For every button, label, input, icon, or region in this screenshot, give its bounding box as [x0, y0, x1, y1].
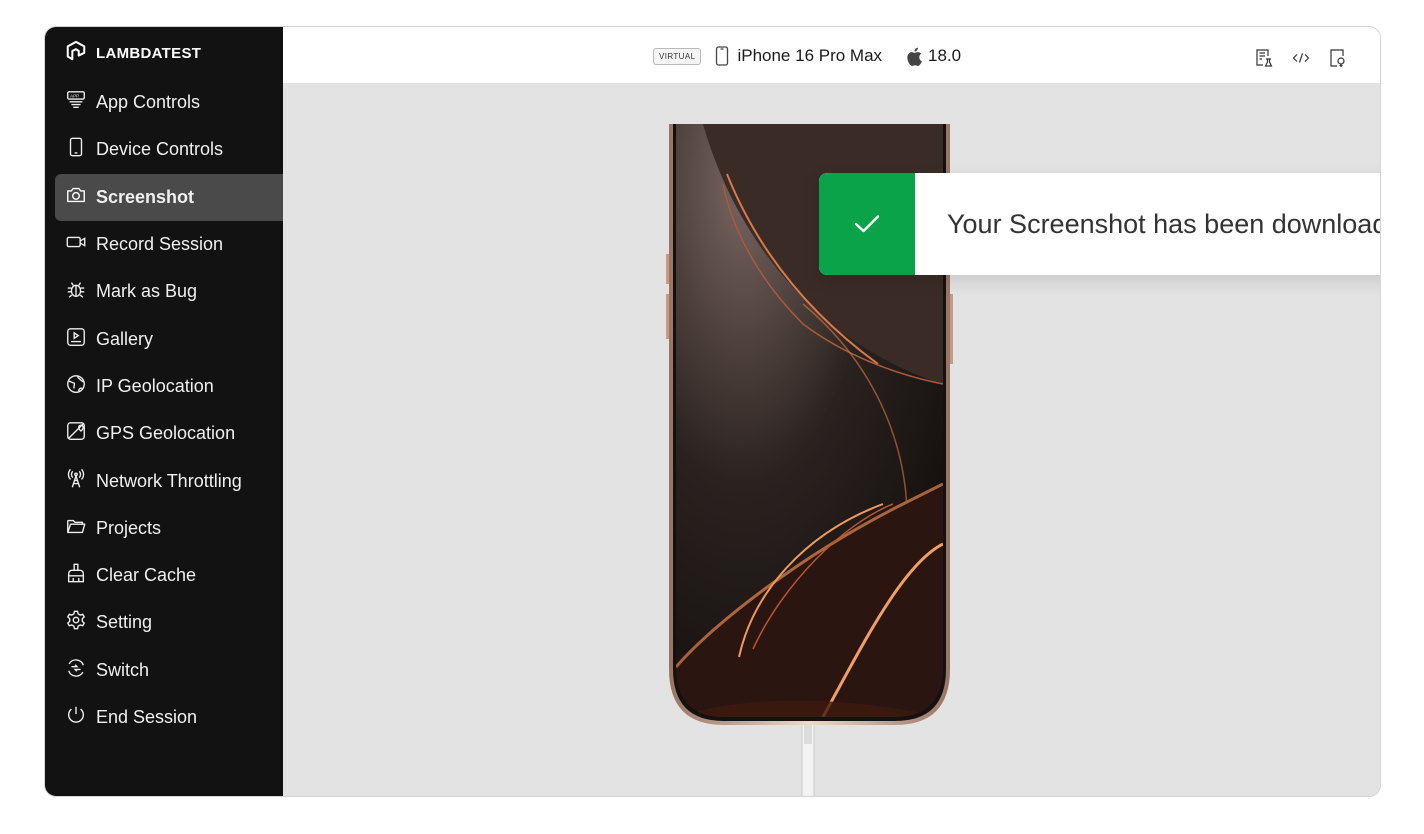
camera-icon — [65, 184, 87, 211]
brand-name: LAMBDATEST — [96, 44, 202, 62]
toast-message: Your Screenshot has been downloaded — [947, 208, 1380, 239]
sidebar-item-label: Projects — [96, 517, 162, 538]
sidebar-item-projects[interactable]: Projects — [55, 505, 283, 552]
sidebar-item-setting[interactable]: Setting — [55, 599, 283, 646]
top-bar: VIRTUAL iPhone 16 Pro Max 18.0 — [283, 27, 1380, 84]
sidebar-item-label: Device Controls — [96, 139, 224, 160]
sidebar-item-label: Switch — [96, 659, 150, 680]
checkmark-icon — [853, 213, 881, 235]
virtual-badge: VIRTUAL — [653, 47, 702, 65]
gear-icon — [65, 609, 87, 636]
device-canvas: Your Screenshot has been downloaded — [283, 84, 1380, 796]
power-icon — [65, 704, 87, 731]
sidebar-item-switch[interactable]: Switch — [55, 647, 283, 694]
sidebar-item-ip-geolocation[interactable]: IP Geolocation — [55, 363, 283, 410]
app-window: LAMBDATEST APP App Controls Device Contr… — [44, 26, 1381, 797]
sidebar-item-label: Record Session — [96, 234, 224, 255]
sidebar-item-label: End Session — [96, 707, 198, 727]
broom-icon — [65, 562, 87, 589]
device-name: iPhone 16 Pro Max — [737, 46, 883, 65]
sidebar-item-mark-as-bug[interactable]: Mark as Bug — [55, 268, 283, 315]
sidebar-item-end-session[interactable]: End Session — [55, 694, 283, 741]
gallery-icon — [65, 326, 87, 353]
sidebar-item-screenshot[interactable]: Screenshot — [55, 173, 283, 221]
phone-outline-icon — [715, 46, 729, 66]
globe-icon — [65, 373, 87, 400]
video-icon — [65, 231, 87, 258]
sidebar-item-gallery[interactable]: Gallery — [55, 315, 283, 362]
toast-status-panel — [819, 173, 915, 275]
top-actions — [1253, 47, 1348, 68]
sidebar-item-label: IP Geolocation — [96, 375, 214, 396]
svg-text:APP: APP — [70, 94, 79, 99]
sidebar-item-label: GPS Geolocation — [96, 423, 236, 444]
sidebar-item-label: Network Throttling — [96, 470, 242, 491]
brand: LAMBDATEST — [65, 40, 202, 67]
sidebar-item-label: Mark as Bug — [96, 281, 198, 302]
sidebar-item-record-session[interactable]: Record Session — [55, 221, 283, 268]
sidebar-item-network-throttling[interactable]: Network Throttling — [55, 457, 283, 504]
sidebar-item-label: Setting — [96, 612, 153, 633]
sidebar-item-label: Gallery — [96, 328, 154, 349]
toast-notification: Your Screenshot has been downloaded — [819, 173, 1380, 275]
code-icon[interactable] — [1290, 47, 1311, 68]
map-icon — [65, 420, 87, 447]
sidebar-item-device-controls[interactable]: Device Controls — [55, 126, 283, 173]
inspector-icon[interactable] — [1327, 47, 1348, 68]
device-info: VIRTUAL iPhone 16 Pro Max 18.0 — [653, 44, 961, 68]
folder-icon — [65, 515, 87, 542]
sidebar-item-gps-geolocation[interactable]: GPS Geolocation — [55, 410, 283, 457]
sidebar-item-app-controls[interactable]: APP App Controls — [55, 79, 283, 126]
test-report-icon[interactable] — [1253, 47, 1274, 68]
sidebar-item-label: Clear Cache — [96, 565, 197, 586]
bug-icon — [65, 278, 87, 305]
apple-icon — [906, 47, 922, 66]
phone-icon — [65, 136, 87, 163]
os-version: 18.0 — [928, 46, 962, 65]
sidebar: LAMBDATEST APP App Controls Device Contr… — [45, 27, 283, 796]
sidebar-nav: APP App Controls Device Controls Screens… — [55, 79, 283, 741]
switch-icon — [65, 657, 87, 684]
sidebar-item-label: App Controls — [96, 92, 201, 113]
app-icon: APP — [65, 89, 87, 116]
sidebar-item-label: Screenshot — [96, 186, 195, 207]
sidebar-item-clear-cache[interactable]: Clear Cache — [55, 552, 283, 599]
lambdatest-logo-icon — [65, 40, 87, 67]
antenna-icon — [65, 468, 87, 495]
